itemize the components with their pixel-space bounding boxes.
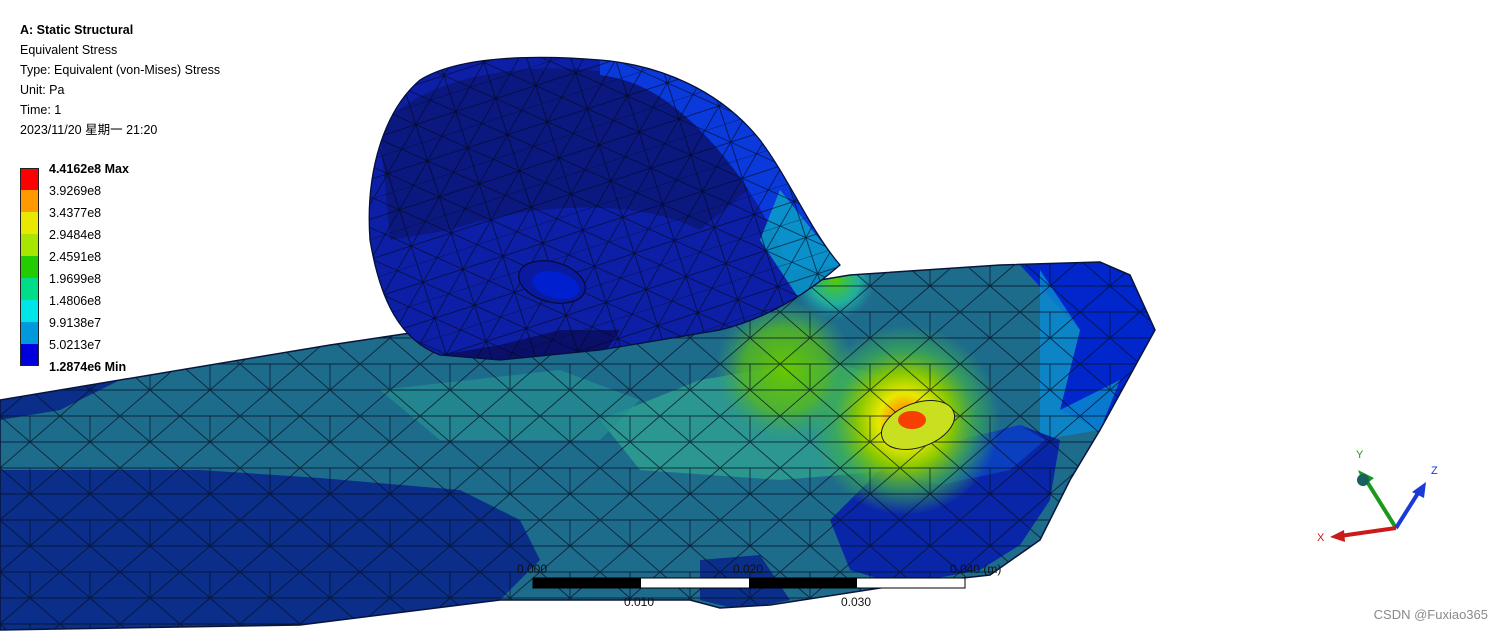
result-header: A: Static Structural Equivalent Stress T… [20,20,220,140]
x-axis-label: X [1317,532,1325,544]
legend-label-2: 3.9269e8 [49,184,102,198]
legend-min-label: 1.2874e6 Min [49,360,127,374]
model-viewport[interactable]: 0.000 0.020 0.040 (m) 0.010 0.030 Y Z X [0,0,1502,631]
legend-max-label: 4.4162e8 Max [49,162,129,176]
y-axis-arrow [1364,478,1398,530]
scale-label-2: 0.040 (m) [950,562,1001,576]
legend-label-4: 2.9484e8 [49,228,102,242]
legend-label-6: 1.9699e8 [49,272,102,286]
watermark: CSDN @Fuxiao365 [1373,607,1488,622]
result-type: Type: Equivalent (von-Mises) Stress [20,63,221,77]
scale-label-0: 0.000 [517,562,547,576]
legend-label-3: 3.4377e8 [49,206,102,220]
legend-label-9: 5.0213e7 [49,338,102,352]
legend-label-7: 1.4806e8 [49,294,102,308]
result-time: Time: 1 [20,103,62,117]
stress-contour-model[interactable]: 0.000 0.020 0.040 (m) 0.010 0.030 Y Z X [0,0,1502,631]
result-date: 2023/11/20 星期一 21:20 [20,123,158,137]
y-axis-label: Y [1356,449,1364,461]
result-unit: Unit: Pa [20,83,65,97]
scale-label-1: 0.020 [733,562,763,576]
legend-frame [20,168,39,366]
z-axis-label: Z [1431,465,1438,477]
analysis-title: A: Static Structural [20,23,134,37]
scale-label-3: 0.010 [624,595,654,609]
x-axis-arrow [1339,526,1397,538]
scale-label-4: 0.030 [841,595,871,609]
legend-label-5: 2.4591e8 [49,250,102,264]
axis-triad[interactable]: Y Z X [1317,449,1438,544]
legend-label-8: 9.9138e7 [49,316,102,330]
z-axis-arrow [1394,488,1422,530]
result-name: Equivalent Stress [20,43,118,57]
